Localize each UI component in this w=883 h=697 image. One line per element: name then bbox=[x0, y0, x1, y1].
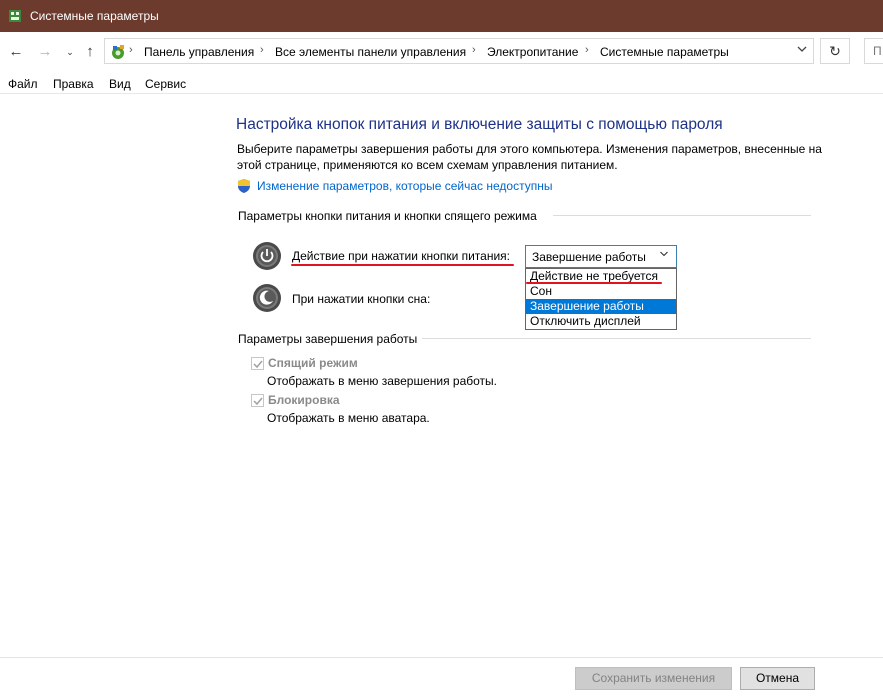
lock-checkbox[interactable] bbox=[251, 394, 264, 407]
refresh-button[interactable]: ↻ bbox=[820, 38, 850, 64]
address-field[interactable]: › Панель управления › Все элементы панел… bbox=[104, 38, 814, 64]
annotation-underline bbox=[526, 282, 662, 284]
menu-file[interactable]: Файл bbox=[8, 77, 38, 91]
save-changes-button[interactable]: Сохранить изменения bbox=[575, 667, 732, 690]
power-action-select[interactable]: Завершение работы bbox=[525, 245, 677, 268]
power-action-dropdown-list: Действие не требуется Сон Завершение раб… bbox=[525, 268, 677, 330]
breadcrumb-separator-icon: › bbox=[585, 44, 589, 56]
checkmark-icon bbox=[253, 397, 263, 406]
sleep-mode-description: Отображать в меню завершения работы. bbox=[267, 374, 498, 388]
breadcrumb-separator-icon: › bbox=[260, 44, 264, 56]
sleep-mode-checkbox[interactable] bbox=[251, 357, 264, 370]
window-title: Системные параметры bbox=[30, 9, 159, 23]
control-panel-icon bbox=[9, 10, 21, 22]
uac-shield-icon bbox=[238, 179, 250, 193]
menu-tools[interactable]: Сервис bbox=[145, 77, 186, 91]
power-button-action-label: Действие при нажатии кнопки питания: bbox=[292, 249, 511, 263]
menu-bar: Файл Правка Вид Сервис bbox=[0, 72, 883, 94]
power-buttons-group-title: Параметры кнопки питания и кнопки спящег… bbox=[238, 209, 537, 223]
option-shutdown[interactable]: Завершение работы bbox=[526, 299, 676, 314]
checkmark-icon bbox=[253, 360, 263, 369]
refresh-icon: ↻ bbox=[829, 43, 841, 59]
menu-edit[interactable]: Правка bbox=[53, 77, 94, 91]
sleep-button-action-label: При нажатии кнопки сна: bbox=[292, 292, 431, 306]
control-panel-icon bbox=[112, 45, 124, 59]
search-placeholder: П bbox=[873, 44, 882, 58]
address-bar: ← → ⌄ ↑ › Панель управления › Все элемен… bbox=[0, 32, 883, 72]
sleep-button-icon bbox=[253, 284, 281, 312]
lock-label: Блокировка bbox=[268, 393, 340, 407]
power-button-icon bbox=[253, 242, 281, 270]
cancel-button[interactable]: Отмена bbox=[740, 667, 815, 690]
page-title: Настройка кнопок питания и включение защ… bbox=[236, 116, 723, 133]
breadcrumb-system-settings[interactable]: Системные параметры bbox=[600, 45, 729, 59]
forward-arrow-icon[interactable]: → bbox=[36, 42, 54, 62]
option-turn-off-display[interactable]: Отключить дисплей bbox=[526, 314, 676, 329]
breadcrumb-separator-icon: › bbox=[472, 44, 476, 56]
breadcrumb-control-panel[interactable]: Панель управления bbox=[144, 45, 254, 59]
group-divider bbox=[553, 215, 811, 216]
page-description: Выберите параметры завершения работы для… bbox=[237, 142, 822, 172]
change-unavailable-settings-link[interactable]: Изменение параметров, которые сейчас нед… bbox=[257, 179, 553, 193]
back-arrow-icon[interactable]: ← bbox=[7, 42, 25, 62]
chevron-down-icon bbox=[660, 251, 668, 257]
footer-divider bbox=[0, 657, 883, 658]
breadcrumb-separator-icon: › bbox=[129, 44, 133, 56]
lock-description: Отображать в меню аватара. bbox=[267, 411, 430, 425]
shutdown-group-title: Параметры завершения работы bbox=[238, 332, 418, 346]
breadcrumb-power-options[interactable]: Электропитание bbox=[487, 45, 578, 59]
recent-locations-chevron-icon[interactable]: ⌄ bbox=[61, 42, 79, 62]
menu-view[interactable]: Вид bbox=[109, 77, 131, 91]
option-sleep[interactable]: Сон bbox=[526, 284, 676, 299]
title-bar: Системные параметры bbox=[0, 0, 883, 32]
breadcrumb-all-items[interactable]: Все элементы панели управления bbox=[275, 45, 466, 59]
search-input[interactable]: П bbox=[864, 38, 883, 64]
group-divider bbox=[422, 338, 811, 339]
annotation-underline bbox=[291, 264, 514, 266]
chevron-down-icon[interactable] bbox=[797, 44, 807, 54]
select-value: Завершение работы bbox=[532, 250, 646, 264]
up-arrow-icon[interactable]: ↑ bbox=[81, 42, 99, 62]
sleep-mode-label: Спящий режим bbox=[268, 356, 358, 370]
